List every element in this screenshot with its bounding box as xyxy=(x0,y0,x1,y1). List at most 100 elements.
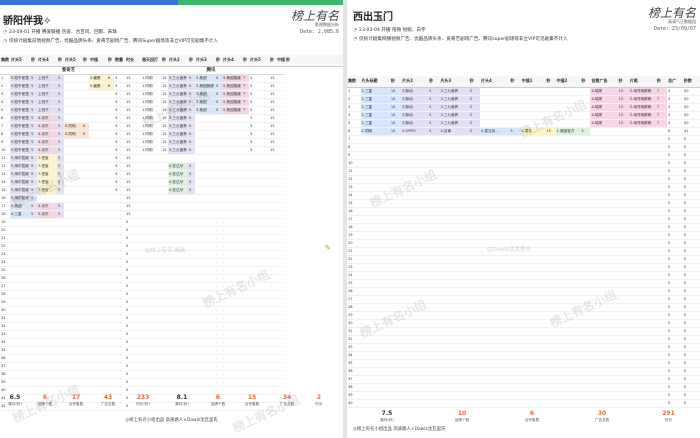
table-cell xyxy=(195,114,215,123)
table-cell: 5 xyxy=(580,127,591,136)
table-cell: 15 xyxy=(125,186,137,195)
table-row: 2 5.知乎家里 5 上班子 5 5.藏蛋 6 3 15 1.同明 15 3.三九营养 5 3.美团旗舰 5… xyxy=(0,82,343,91)
table-cell xyxy=(222,130,242,139)
table-cell: 7.恒宝 xyxy=(37,154,57,163)
table-cell: 17 xyxy=(0,202,10,211)
zero-value: 0 xyxy=(125,226,137,235)
episode-number: 19 xyxy=(347,231,361,240)
table-cell: 15 xyxy=(269,98,276,107)
table-cell: 1.美团官方 xyxy=(555,127,581,136)
table-cell xyxy=(64,98,82,107)
table-row: 16 5.海尔智家 5 15 xyxy=(0,194,343,203)
table-cell xyxy=(114,202,125,211)
table-row: 3 1.三星 15 3.脉动 5 3.三九营养 5 4.瑞琪 15 5.海洋海鲜精 7 5 50 xyxy=(347,103,700,112)
table-row: 8 5.知乎家里 5 4.京东 5 5.同明 5 3 15 1.同明 15 3.三九营养 5 3 15 xyxy=(0,130,343,139)
table-cell: 7.恒宝 xyxy=(37,170,57,179)
zero-value: 0 xyxy=(682,159,700,168)
table-row-empty: 33- - - - - - - - - - - - - - - -0 0 xyxy=(347,343,700,352)
zero-value: 0 xyxy=(682,279,700,288)
table-cell: 5 xyxy=(667,95,683,104)
table-cell xyxy=(269,194,276,203)
table-cell: 5 xyxy=(428,87,440,96)
zero-value: 0 xyxy=(667,255,683,264)
table-cell xyxy=(195,210,215,219)
episode-number: 12 xyxy=(347,175,361,184)
table-row-empty: 33- - - - - - - - -0- - - - - - - - - - - - xyxy=(0,330,343,339)
table-cell xyxy=(141,194,161,203)
table-cell xyxy=(617,127,629,136)
table-cell xyxy=(580,87,591,96)
zero-value: 0 xyxy=(667,223,683,232)
table-cell xyxy=(276,106,285,115)
meta-line-1: ◔ 23-09-01 开播 腾爱联播 热爱、合百问、回雨、朱珠 xyxy=(3,30,117,35)
table-cell: 5 xyxy=(57,106,64,115)
table-cell xyxy=(215,186,222,195)
mid-watermark: @Dawlz沈瓦里氏 xyxy=(487,247,532,253)
summary-value: 30 xyxy=(597,410,607,417)
table-cell xyxy=(249,162,269,171)
table-cell xyxy=(82,90,89,99)
table-cell: 3.三九营养 xyxy=(168,98,188,107)
table-cell: 5.知乎家里 xyxy=(10,114,30,123)
table-cell xyxy=(509,103,521,112)
table-cell xyxy=(242,170,249,179)
table-cell: 15 xyxy=(269,138,276,147)
zero-value: 0 xyxy=(125,378,137,387)
episode-number: 23 xyxy=(0,250,10,259)
column-header: 秒 xyxy=(428,76,440,88)
table-cell: 5 xyxy=(428,127,440,136)
table-row-empty: 36- - - - - - - - - - - - - - - -0 0 xyxy=(347,367,700,376)
summary-label: 合作集数 xyxy=(68,402,84,406)
zero-value: 0 xyxy=(667,207,683,216)
table-cell xyxy=(242,146,249,155)
table-cell xyxy=(269,162,276,171)
zero-value: 0 xyxy=(125,346,137,355)
summary-label: 集均(秒) xyxy=(8,402,22,406)
table-cell xyxy=(520,103,546,112)
table-cell xyxy=(195,146,215,155)
table-cell xyxy=(64,210,82,219)
table-cell: 3 xyxy=(0,90,10,99)
table-cell xyxy=(161,162,168,171)
table-cell xyxy=(480,103,510,112)
footer-credit: ◎榜上有名小组出品 高质路人×Dawlz沈瓦里氏 xyxy=(353,427,446,432)
table-cell: 3 xyxy=(114,154,125,163)
column-header: 秒 xyxy=(82,55,89,67)
table-cell: 3.三九营养 xyxy=(439,95,469,104)
table-cell: 3.三九营养 xyxy=(439,87,469,96)
table-cell: 11 xyxy=(0,154,10,163)
zero-value: 0 xyxy=(125,290,137,299)
table-cell: 5 xyxy=(0,106,10,115)
table-cell: 50 xyxy=(682,103,700,112)
table-cell xyxy=(64,154,82,163)
table-cell: 3.三九营养 xyxy=(168,130,188,139)
zero-value: 0 xyxy=(682,255,700,264)
table-cell xyxy=(222,186,242,195)
table-cell xyxy=(188,202,195,211)
table-cell: 5 xyxy=(249,106,269,115)
table-cell: 5 xyxy=(30,90,37,99)
zero-value: 0 xyxy=(667,367,683,376)
table-cell: 5 xyxy=(188,74,195,83)
table-cell: 5.知乎家里 xyxy=(10,130,30,139)
table-cell xyxy=(64,146,82,155)
table-cell xyxy=(269,202,276,211)
table-row-empty: 11- - - - - - - - - - - - - - - -0 0 xyxy=(347,167,700,176)
table-cell: 5.美团旗舰 xyxy=(222,98,242,107)
table-cell xyxy=(64,194,82,203)
summary-value: 7.5 xyxy=(381,410,393,417)
table-cell xyxy=(480,95,510,104)
table-cell xyxy=(161,178,168,187)
table-cell: 5 xyxy=(30,210,37,219)
table-cell: 5 xyxy=(30,162,37,171)
zero-value: 0 xyxy=(125,298,137,307)
table-cell xyxy=(242,178,249,187)
zero-value: 0 xyxy=(682,375,700,384)
episode-number: 24 xyxy=(0,258,10,267)
zero-value: 0 xyxy=(667,375,683,384)
table-cell: 10 xyxy=(0,146,10,155)
table-cell: 15 xyxy=(125,130,137,139)
episode-number: 28 xyxy=(347,303,361,312)
summary-label: 时长 xyxy=(315,402,323,406)
table-cell xyxy=(89,98,107,107)
